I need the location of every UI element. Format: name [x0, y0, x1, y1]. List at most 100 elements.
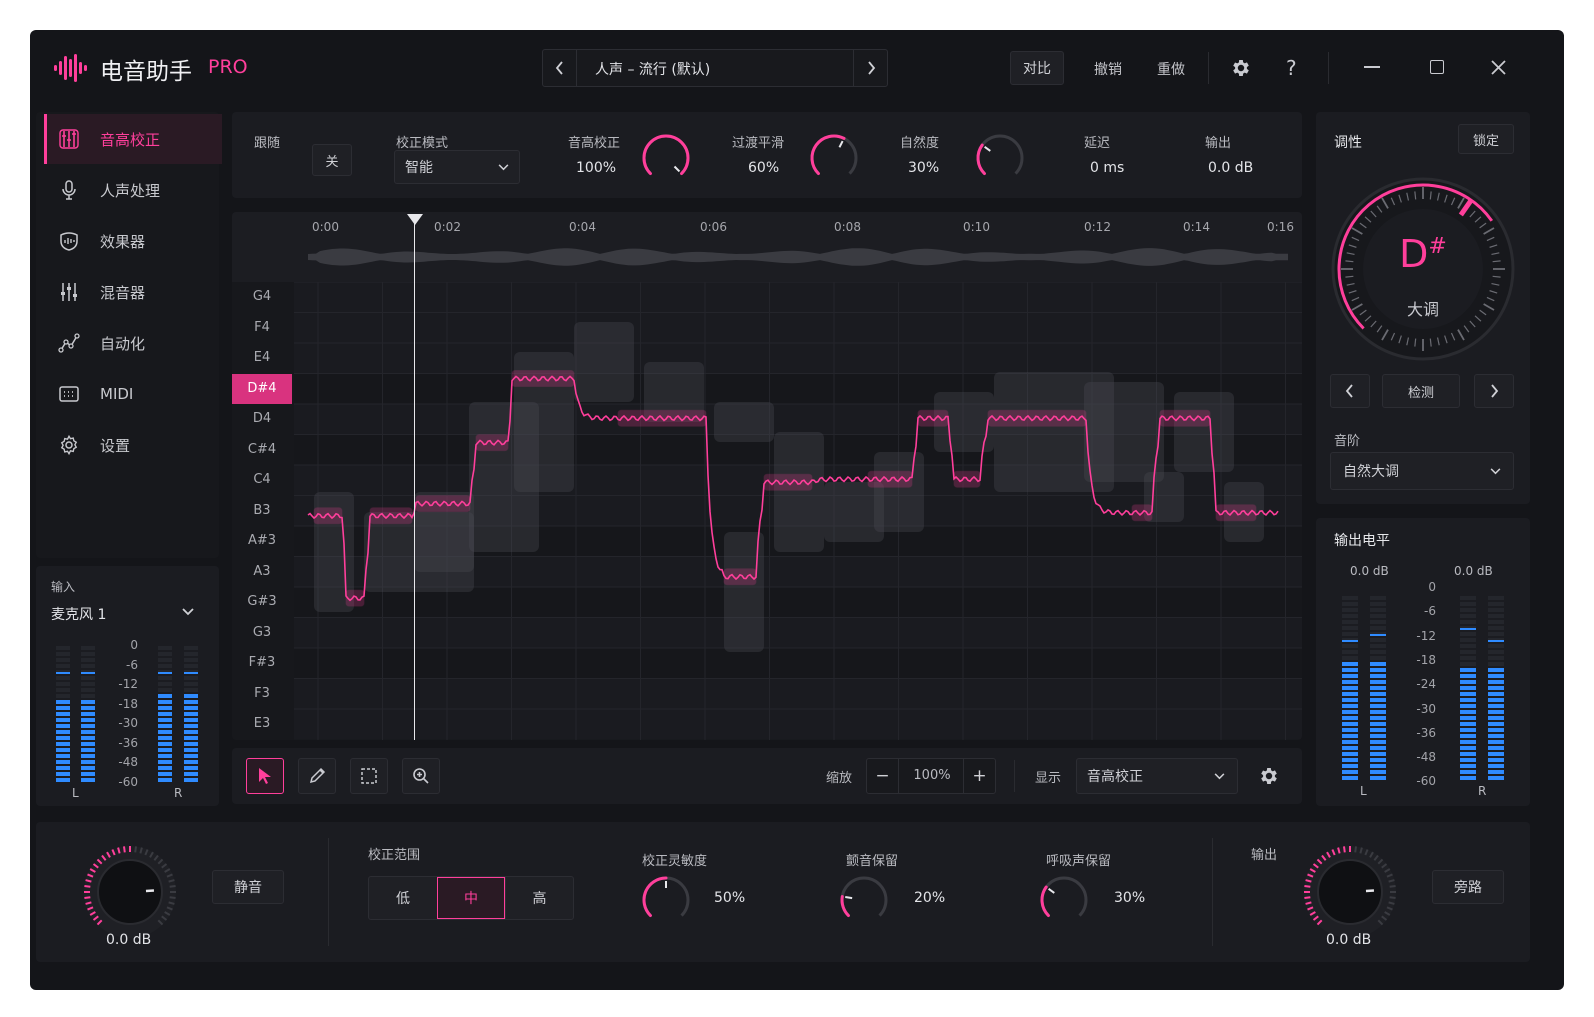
- follow-toggle[interactable]: 关: [312, 144, 352, 176]
- sidebar-item-pitch[interactable]: 音高校正: [44, 114, 222, 164]
- redo-button[interactable]: 重做: [1157, 59, 1185, 79]
- input-device-select[interactable]: 麦克风 1: [51, 604, 106, 624]
- natural-knob[interactable]: [974, 132, 1026, 184]
- pitch-knob[interactable]: [640, 132, 692, 184]
- select-tool-button[interactable]: [246, 758, 284, 794]
- knob-tick: [123, 846, 126, 853]
- pitch-note-block[interactable]: [511, 370, 575, 388]
- note-label[interactable]: G4: [232, 282, 292, 312]
- pitch-editor[interactable]: 0:00 0:02 0:04 0:06 0:08 0:10 0:12 0:14 0:16 G4 F…: [232, 212, 1302, 740]
- range-option-2[interactable]: 高: [505, 877, 573, 919]
- range-label: 校正范围: [368, 848, 421, 863]
- maximize-button[interactable]: [1430, 60, 1444, 74]
- preset-next-button[interactable]: [853, 50, 887, 86]
- note-label[interactable]: G3: [232, 618, 292, 648]
- playhead-marker-icon[interactable]: [407, 214, 423, 226]
- meter-segment: [1342, 764, 1358, 768]
- vibrato-knob[interactable]: [838, 874, 890, 926]
- bypass-button[interactable]: 旁路: [1432, 870, 1504, 904]
- meter-peak-hold: [184, 672, 198, 674]
- playhead[interactable]: [414, 222, 415, 740]
- settings-gear-icon[interactable]: [1230, 57, 1252, 79]
- meter-scale-label: -30: [118, 716, 138, 730]
- timeline-ruler[interactable]: 0:00 0:02 0:04 0:06 0:08 0:10 0:12 0:14 0:16: [294, 212, 1302, 282]
- meter-segment: [184, 724, 198, 728]
- meter-segment: [56, 706, 70, 710]
- zoom-in-button[interactable]: +: [963, 759, 995, 793]
- note-label[interactable]: F3: [232, 679, 292, 709]
- meter-segment: [1488, 650, 1504, 654]
- meter-scale-label: -48: [118, 755, 138, 769]
- meter-segment: [1370, 752, 1386, 756]
- sidebar-item-label: 设置: [100, 436, 131, 455]
- note-label[interactable]: D#4: [232, 373, 292, 404]
- range-option-1[interactable]: 中: [437, 877, 505, 919]
- output-gain-label: 输出: [1251, 848, 1278, 863]
- meter-segment: [1488, 674, 1504, 678]
- compare-button[interactable]: 对比: [1010, 51, 1064, 85]
- meter-segment: [1460, 716, 1476, 720]
- mode-select[interactable]: 智能: [394, 150, 520, 184]
- note-label[interactable]: C#4: [232, 435, 292, 465]
- note-label[interactable]: E4: [232, 343, 292, 373]
- pitch-note-block[interactable]: [1159, 409, 1211, 427]
- close-icon[interactable]: [1491, 60, 1506, 75]
- pitch-roll-canvas[interactable]: [294, 282, 1302, 740]
- sidebar-item-microphone[interactable]: 人声处理: [44, 165, 222, 215]
- note-label[interactable]: E3: [232, 709, 292, 739]
- note-label[interactable]: G#3: [232, 587, 292, 617]
- scale-select[interactable]: 自然大调: [1330, 452, 1514, 490]
- meter-segment: [81, 688, 95, 692]
- breath-knob[interactable]: [1038, 874, 1090, 926]
- meter-segment: [81, 652, 95, 656]
- zoom-out-button[interactable]: −: [867, 759, 899, 793]
- key-prev-button[interactable]: [1330, 374, 1370, 408]
- sensitivity-knob[interactable]: [640, 874, 692, 926]
- chevron-down-icon: [1214, 773, 1225, 780]
- meter-scale-label: -18: [1416, 652, 1436, 667]
- knob-pointer: [838, 140, 844, 148]
- input-gain-knob[interactable]: [80, 842, 180, 942]
- sidebar-item-mixer[interactable]: 混音器: [44, 267, 222, 317]
- note-label[interactable]: B3: [232, 496, 292, 526]
- output-gain-knob[interactable]: [1300, 842, 1400, 942]
- editor-settings-gear-icon[interactable]: [1258, 765, 1280, 787]
- preset-prev-button[interactable]: [543, 50, 577, 86]
- pitch-note-block[interactable]: [313, 507, 343, 525]
- note-label[interactable]: F4: [232, 313, 292, 343]
- meter-segment: [1370, 764, 1386, 768]
- meter-segment: [1488, 614, 1504, 618]
- chevron-down-icon[interactable]: [182, 608, 194, 616]
- key-lock-button[interactable]: 锁定: [1458, 124, 1514, 154]
- meter-scale-label: 0: [1428, 580, 1436, 594]
- editor-toolbar: 缩放 − 100% + 显示 音高校正: [232, 748, 1302, 804]
- key-detect-button[interactable]: 检测: [1382, 374, 1460, 408]
- note-label[interactable]: A3: [232, 557, 292, 587]
- help-button[interactable]: ?: [1286, 56, 1297, 80]
- meter-segment: [1342, 698, 1358, 702]
- note-label[interactable]: A#3: [232, 526, 292, 556]
- sidebar-item-effects[interactable]: 效果器: [44, 216, 222, 266]
- knob-pointer: [1365, 889, 1375, 893]
- pencil-tool-button[interactable]: [298, 758, 336, 794]
- note-label[interactable]: F#3: [232, 648, 292, 678]
- marquee-tool-button[interactable]: [350, 758, 388, 794]
- meter-segment: [56, 778, 70, 782]
- minimize-button[interactable]: [1364, 66, 1380, 68]
- undo-button[interactable]: 撤销: [1094, 59, 1122, 79]
- mute-button[interactable]: 静音: [212, 870, 284, 904]
- meter-segment: [1342, 704, 1358, 708]
- transition-knob[interactable]: [808, 132, 860, 184]
- meter-segment: [184, 664, 198, 668]
- display-select[interactable]: 音高校正: [1076, 758, 1238, 794]
- zoom-tool-button[interactable]: [402, 758, 440, 794]
- sidebar-item-midi[interactable]: MIDI: [44, 369, 222, 419]
- key-next-button[interactable]: [1474, 374, 1514, 408]
- sidebar-item-gear[interactable]: 设置: [44, 420, 222, 470]
- note-label[interactable]: D4: [232, 404, 292, 434]
- range-option-0[interactable]: 低: [369, 877, 437, 919]
- meter-segment: [1342, 716, 1358, 720]
- preset-name[interactable]: 人声 – 流行 (默认): [595, 59, 710, 79]
- note-label[interactable]: C4: [232, 465, 292, 495]
- sidebar-item-automation[interactable]: 自动化: [44, 318, 222, 368]
